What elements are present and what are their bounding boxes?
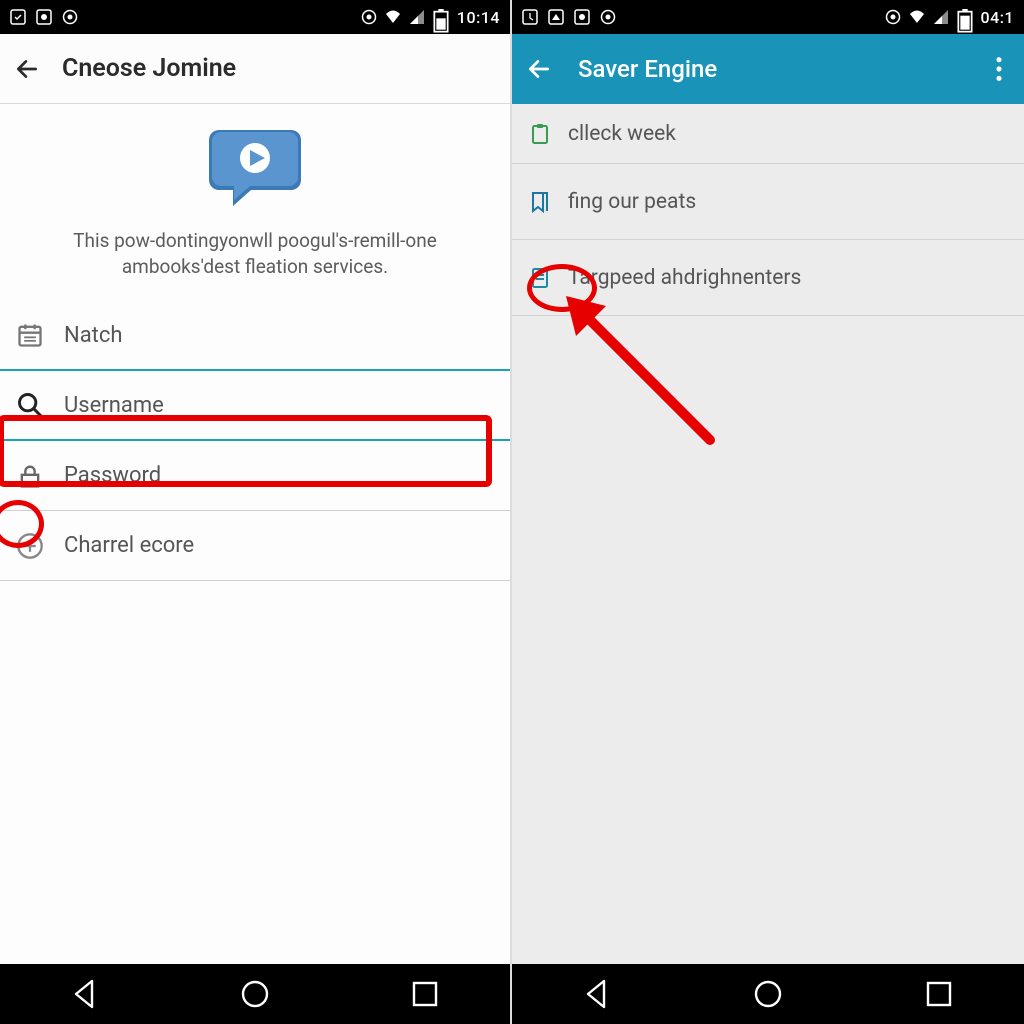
list-item-label: Targpeed ahdrighnenters — [568, 266, 801, 290]
field-charrel[interactable]: Charrel ecore — [0, 511, 510, 581]
screen-body: This pow-dontingyonwll poogul's-remill-o… — [0, 104, 510, 964]
calendar-icon — [16, 321, 44, 349]
android-nav-bar — [512, 964, 1024, 1024]
overflow-menu-icon[interactable] — [988, 55, 1010, 83]
status-icon — [522, 9, 538, 25]
field-label: Charrel ecore — [64, 533, 194, 558]
field-label: Natch — [64, 323, 123, 348]
cell-signal-icon — [409, 9, 425, 25]
nav-home-icon[interactable] — [238, 977, 272, 1011]
field-natch[interactable]: Natch — [0, 301, 510, 371]
field-label: Password — [64, 463, 161, 488]
screen-body: clleck week fing our peats Targpeed ahdr… — [512, 104, 1024, 964]
status-icon — [10, 9, 26, 25]
back-icon[interactable] — [14, 56, 40, 82]
nav-recent-icon[interactable] — [922, 977, 956, 1011]
status-bar: 04:1 — [512, 0, 1024, 34]
clipboard-icon — [528, 122, 552, 146]
phone-left: 10:14 Cneose Jomine This — [0, 0, 512, 1024]
list-item-label: clleck week — [568, 122, 676, 146]
nav-back-icon[interactable] — [68, 977, 102, 1011]
phone-right: 04:1 Saver Engine clleck week — [512, 0, 1024, 1024]
hero-section: This pow-dontingyonwll poogul's-remill-o… — [0, 118, 510, 279]
status-clock: 04:1 — [981, 8, 1015, 27]
nav-back-icon[interactable] — [580, 977, 614, 1011]
list-item[interactable]: clleck week — [512, 104, 1024, 164]
location-icon — [361, 9, 377, 25]
wifi-icon — [385, 9, 401, 25]
list-item-label: fing our peats — [568, 190, 696, 214]
status-icon — [548, 9, 564, 25]
status-icon — [574, 9, 590, 25]
status-clock: 10:14 — [457, 8, 500, 27]
field-username[interactable]: Username — [0, 371, 510, 441]
field-label: Username — [64, 393, 164, 418]
list-item[interactable]: fing our peats — [512, 164, 1024, 240]
bookmark-icon — [528, 190, 552, 214]
page-title: Saver Engine — [578, 55, 717, 83]
hero-description: This pow-dontingyonwll poogul's-remill-o… — [73, 228, 437, 279]
cell-signal-icon — [933, 9, 949, 25]
field-list: Natch Username Password — [0, 301, 510, 581]
android-nav-bar — [0, 964, 510, 1024]
nav-home-icon[interactable] — [751, 977, 785, 1011]
status-icon — [36, 9, 52, 25]
battery-icon — [957, 9, 973, 25]
dual-screenshot: 10:14 Cneose Jomine This — [0, 0, 1024, 1024]
field-password[interactable]: Password — [0, 441, 510, 511]
location-icon — [62, 9, 78, 25]
location-icon — [885, 9, 901, 25]
back-icon[interactable] — [526, 56, 552, 82]
document-icon — [528, 266, 552, 290]
location-icon — [600, 9, 616, 25]
battery-icon — [433, 9, 449, 25]
list-item[interactable]: Targpeed ahdrighnenters — [512, 240, 1024, 316]
search-icon — [16, 391, 44, 419]
status-bar: 10:14 — [0, 0, 510, 34]
wifi-icon — [909, 9, 925, 25]
plus-circle-icon — [16, 532, 44, 560]
lock-icon — [16, 462, 44, 490]
chat-play-icon — [205, 124, 305, 210]
nav-recent-icon[interactable] — [408, 977, 442, 1011]
app-bar: Saver Engine — [512, 34, 1024, 104]
page-title: Cneose Jomine — [62, 54, 236, 83]
app-bar: Cneose Jomine — [0, 34, 510, 104]
